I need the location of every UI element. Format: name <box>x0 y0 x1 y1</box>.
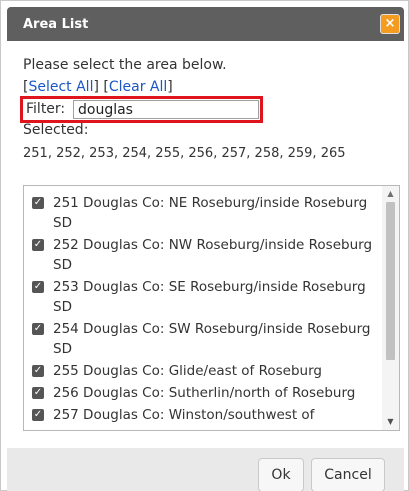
list-item-label: 252 Douglas Co: NW Roseburg/inside Roseb… <box>53 237 373 273</box>
list-item-label: 256 Douglas Co: Sutherlin/north of Roseb… <box>53 385 356 401</box>
clear-all-link[interactable]: Clear All <box>109 79 167 95</box>
filter-input[interactable] <box>73 100 259 119</box>
list-item[interactable]: ✓ 252 Douglas Co: NW Roseburg/inside Rose… <box>24 235 381 275</box>
area-list: ✓ 251 Douglas Co: NE Roseburg/inside Rose… <box>24 186 381 425</box>
scroll-down-icon[interactable]: ▼ <box>382 414 399 430</box>
bracket-close: ] <box>167 79 173 95</box>
select-all-link[interactable]: Select All <box>28 79 93 95</box>
selected-values: 251, 252, 253, 254, 255, 256, 257, 258, … <box>23 146 346 161</box>
close-icon[interactable]: × <box>380 14 400 34</box>
bracket-middle: ] [ <box>93 79 109 95</box>
scroll-thumb[interactable] <box>386 202 395 360</box>
list-item[interactable]: ✓ 251 Douglas Co: NE Roseburg/inside Rose… <box>24 193 381 233</box>
area-list-dialog: Area List × Please select the area below… <box>0 0 409 491</box>
checkbox-checked-icon[interactable]: ✓ <box>32 281 44 293</box>
list-item[interactable]: ✓ 257 Douglas Co: Winston/southwest of <box>24 405 381 425</box>
list-item[interactable]: ✓ 256 Douglas Co: Sutherlin/north of Rose… <box>24 383 381 403</box>
list-item-label: 253 Douglas Co: SE Roseburg/inside Roseb… <box>53 279 366 315</box>
area-listbox[interactable]: ✓ 251 Douglas Co: NE Roseburg/inside Rose… <box>23 185 400 431</box>
list-scrollbar[interactable]: ▲ ▼ <box>382 186 399 430</box>
list-item-label: 251 Douglas Co: NE Roseburg/inside Roseb… <box>53 195 368 231</box>
scroll-up-icon[interactable]: ▲ <box>382 186 399 202</box>
dialog-title: Area List <box>23 17 89 32</box>
list-item-label: 254 Douglas Co: SW Roseburg/inside Roseb… <box>53 321 371 357</box>
filter-highlight-box: Filter: <box>20 96 263 123</box>
checkbox-checked-icon[interactable]: ✓ <box>32 323 44 335</box>
list-item[interactable]: ✓ 254 Douglas Co: SW Roseburg/inside Rose… <box>24 319 381 359</box>
filter-label: Filter: <box>26 101 66 117</box>
selection-links: [Select All] [Clear All] <box>23 79 173 95</box>
cancel-button[interactable]: Cancel <box>311 458 385 491</box>
instructions-text: Please select the area below. <box>23 57 227 73</box>
list-item-label: 257 Douglas Co: Winston/southwest of <box>53 407 315 423</box>
dialog-titlebar[interactable]: Area List × <box>7 7 404 41</box>
checkbox-checked-icon[interactable]: ✓ <box>32 239 44 251</box>
checkbox-checked-icon[interactable]: ✓ <box>32 387 44 399</box>
dialog-footer: Ok Cancel <box>7 448 404 491</box>
selected-label: Selected: <box>23 122 89 138</box>
checkbox-checked-icon[interactable]: ✓ <box>32 197 44 209</box>
checkbox-checked-icon[interactable]: ✓ <box>32 409 44 421</box>
ok-button[interactable]: Ok <box>258 458 304 491</box>
list-item-label: 255 Douglas Co: Glide/east of Roseburg <box>53 363 322 379</box>
list-item[interactable]: ✓ 253 Douglas Co: SE Roseburg/inside Rose… <box>24 277 381 317</box>
list-item[interactable]: ✓ 255 Douglas Co: Glide/east of Roseburg <box>24 361 381 381</box>
checkbox-checked-icon[interactable]: ✓ <box>32 365 44 377</box>
